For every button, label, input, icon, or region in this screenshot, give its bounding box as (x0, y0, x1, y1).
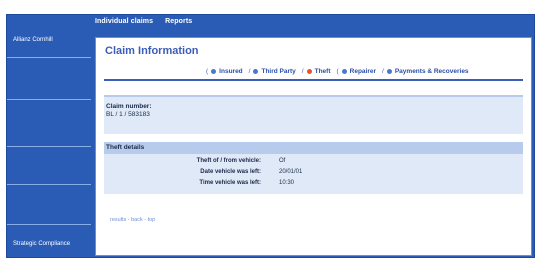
theft-row: Time vehicle was left: 10:30 (104, 179, 523, 189)
tab-bar: ( Insured / Third Party / Theft ( Repair… (206, 65, 475, 77)
theft-details-header: Theft details (104, 142, 523, 154)
sidebar-item-2[interactable] (7, 58, 91, 100)
tab-dot-icon (211, 68, 217, 74)
theft-row-value: 10:30 (279, 180, 295, 186)
theft-row-value: 20/01/01 (279, 169, 303, 175)
sidebar-item-label: Allianz Cornhill (13, 37, 53, 43)
theft-row-key: Date vehicle was left: (200, 169, 261, 175)
nav-link-reports[interactable]: Reports (165, 18, 192, 25)
claim-number-value: BL / 1 / 583183 (106, 111, 150, 118)
tab-separator: ( (336, 67, 339, 75)
tab-dot-icon (341, 68, 347, 74)
theft-row-value: Of (279, 158, 286, 164)
theft-row: Theft of / from vehicle: Of (104, 157, 523, 167)
claim-number-panel: Claim number: BL / 1 / 583183 (104, 95, 523, 134)
tab-payments-recoveries[interactable]: / Payments & Recoveries (382, 65, 469, 77)
tab-separator: / (248, 67, 251, 75)
tab-dot-icon (253, 68, 259, 74)
tab-label: Insured (219, 67, 243, 75)
tab-dot-icon (306, 68, 312, 74)
bottom-navigation-links[interactable]: results - back - top (110, 217, 155, 223)
sidebar-item-allianz[interactable]: Allianz Cornhill (7, 33, 91, 58)
tab-label: Repairer (349, 67, 377, 75)
top-nav-links: Individual claims Reports (95, 18, 202, 25)
tab-separator: / (382, 67, 384, 75)
sidebar-item-strategic-compliance[interactable]: Strategic Compliance (7, 225, 91, 259)
sidebar-item-3[interactable] (7, 100, 91, 147)
tab-separator: / (301, 67, 304, 75)
tab-label: Third Party (261, 67, 296, 75)
nav-link-individual-claims[interactable]: Individual claims (95, 18, 153, 25)
page-title: Claim Information (105, 45, 199, 57)
app-frame: Individual claims Reports Allianz Cornhi… (6, 14, 535, 258)
tab-label: Payments & Recoveries (394, 67, 469, 75)
theft-row-key: Theft of / from vehicle: (196, 158, 261, 164)
theft-row: Date vehicle was left: 20/01/01 (104, 168, 523, 178)
tab-third-party[interactable]: / Third Party (249, 65, 296, 77)
tab-repairer[interactable]: ( Repairer (336, 65, 376, 77)
main-content: Claim Information ( Insured / Third Part… (95, 37, 532, 256)
tab-insured[interactable]: ( Insured (206, 65, 243, 77)
tab-theft[interactable]: / Theft (302, 65, 331, 77)
sidebar: Allianz Cornhill Strategic Compliance (7, 33, 91, 257)
sidebar-item-5[interactable] (7, 185, 91, 225)
top-navigation: Individual claims Reports (7, 15, 534, 33)
sidebar-item-4[interactable] (7, 147, 91, 185)
theft-details-title: Theft details (106, 144, 145, 151)
tab-underline (104, 79, 523, 81)
theft-row-key: Time vehicle was left: (199, 180, 261, 186)
sidebar-item-label: Strategic Compliance (13, 241, 71, 247)
tab-dot-icon (386, 68, 392, 74)
theft-details-panel: Theft of / from vehicle: Of Date vehicle… (104, 154, 523, 194)
tab-bracket: ( (206, 67, 209, 75)
tab-label: Theft (314, 67, 331, 75)
claim-number-label: Claim number: (106, 103, 152, 110)
